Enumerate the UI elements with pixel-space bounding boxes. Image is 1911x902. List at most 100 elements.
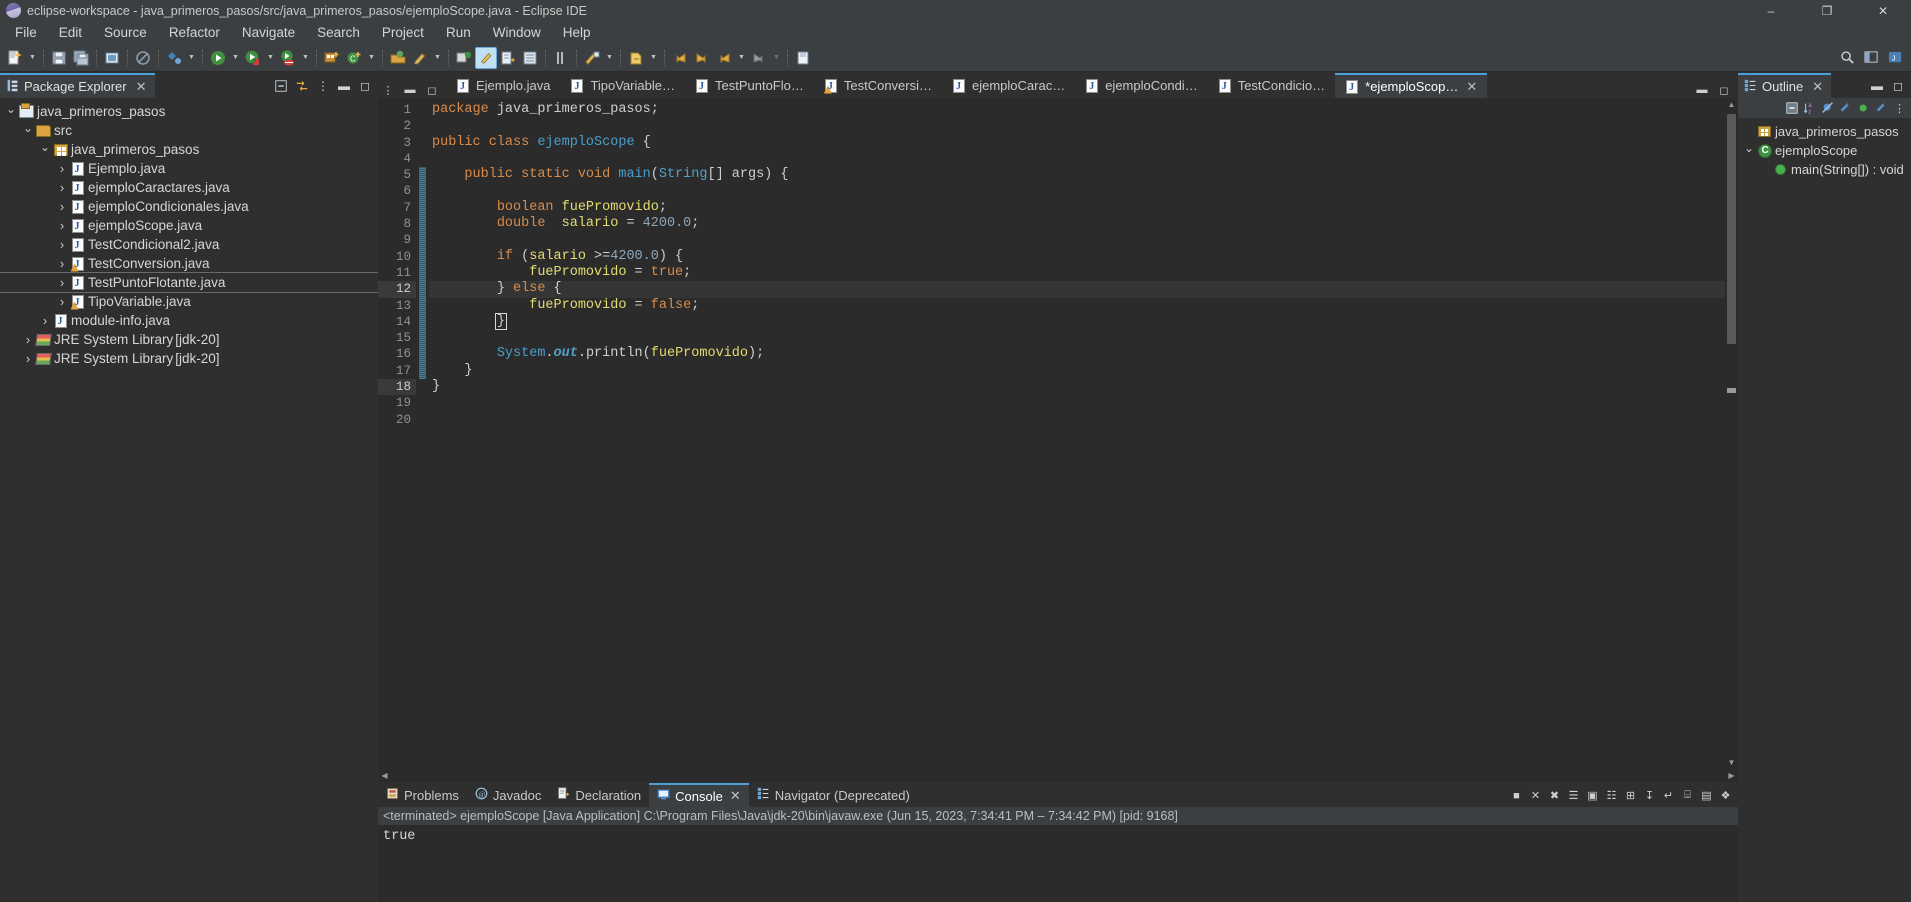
outline-tree[interactable]: java_primeros_pasos ejemploScope main(Stri… bbox=[1738, 118, 1911, 902]
chevron-right-icon[interactable] bbox=[55, 218, 69, 233]
console-tab-declaration[interactable]: Declaration bbox=[549, 783, 649, 807]
maximize-icon[interactable]: ❖ bbox=[1717, 787, 1734, 804]
chevron-down-icon[interactable] bbox=[21, 124, 35, 138]
skip-breakpoints-icon[interactable] bbox=[497, 47, 519, 69]
back-history-icon[interactable] bbox=[713, 47, 735, 69]
tree-item-module-info-java[interactable]: module-info.java bbox=[0, 311, 378, 330]
code-line[interactable] bbox=[429, 412, 1738, 428]
menu-source[interactable]: Source bbox=[93, 23, 158, 42]
new-wizard-icon[interactable] bbox=[4, 47, 26, 69]
menu-file[interactable]: File bbox=[4, 23, 48, 42]
code-line[interactable] bbox=[429, 151, 1738, 167]
chevron-right-icon[interactable] bbox=[55, 237, 69, 252]
clear-console-icon[interactable]: ⌸ bbox=[1679, 787, 1696, 804]
collapse-all-icon[interactable] bbox=[1783, 100, 1800, 117]
coverage-icon[interactable] bbox=[277, 47, 299, 69]
quick-access-search-icon[interactable] bbox=[1837, 48, 1857, 68]
open-console-icon[interactable]: ⊞ bbox=[1622, 787, 1639, 804]
editor-tab-ejemplocarac-[interactable]: ejemploCarac… bbox=[942, 73, 1076, 98]
editor-tab-ejemplo-java[interactable]: Ejemplo.java bbox=[446, 73, 561, 98]
no-edit-icon[interactable] bbox=[132, 47, 154, 69]
minimize-view-icon[interactable]: ▬ bbox=[1868, 77, 1886, 95]
collapse-all-icon[interactable] bbox=[272, 77, 290, 95]
scroll-down-arrow[interactable]: ▼ bbox=[1725, 756, 1738, 769]
menu-help[interactable]: Help bbox=[552, 23, 602, 42]
package-explorer-tree[interactable]: java_primeros_pasossrcjava_primeros_paso… bbox=[0, 98, 378, 902]
code-editor[interactable]: 1 2 3 4 5 6 7 8 9 10 11 12 13 14 15 16 17 18 19 20 package … bbox=[378, 98, 1738, 769]
pin-editor-icon[interactable] bbox=[792, 47, 814, 69]
chevron-right-icon[interactable] bbox=[55, 256, 69, 271]
tree-item-jre-system-library[interactable]: JRE System Library [jdk-20] bbox=[0, 330, 378, 349]
editor-vertical-scrollbar[interactable]: ▲ ▼ bbox=[1725, 98, 1738, 769]
chevron-right-icon[interactable] bbox=[55, 294, 69, 309]
coverage-dropdown-arrow[interactable]: ▼ bbox=[299, 47, 312, 69]
code-line[interactable]: } bbox=[429, 363, 1738, 379]
code-line[interactable]: fuePromovido = true; bbox=[429, 265, 1738, 281]
link-with-editor-icon[interactable] bbox=[293, 77, 311, 95]
tree-item-ejemplo-java[interactable]: Ejemplo.java bbox=[0, 159, 378, 178]
remove-launch-icon[interactable]: ✕ bbox=[1527, 787, 1544, 804]
scroll-left-arrow[interactable]: ◀ bbox=[378, 769, 391, 782]
tree-item-ejemploscope-java[interactable]: ejemploScope.java bbox=[0, 216, 378, 235]
editor-tab-testpuntoflo-[interactable]: TestPuntoFlo… bbox=[684, 73, 814, 98]
chevron-right-icon[interactable] bbox=[55, 161, 69, 176]
editor-restore-icon[interactable]: ▬ bbox=[1694, 82, 1710, 98]
chevron-down-icon[interactable] bbox=[4, 105, 18, 119]
horizontal-scroll-track[interactable] bbox=[391, 769, 1725, 782]
tree-item-jre-system-library[interactable]: JRE System Library [jdk-20] bbox=[0, 349, 378, 368]
new-package-icon[interactable] bbox=[321, 47, 343, 69]
close-icon[interactable]: ✕ bbox=[136, 79, 147, 95]
code-line[interactable]: } bbox=[429, 312, 1738, 330]
menu-search[interactable]: Search bbox=[306, 23, 371, 42]
code-line[interactable]: double salario = 4200.0; bbox=[429, 216, 1738, 232]
tab-outline[interactable]: Outline ✕ bbox=[1738, 73, 1832, 98]
outline-item-main-string-void[interactable]: main(String[]) : void bbox=[1738, 160, 1911, 179]
code-line[interactable] bbox=[429, 330, 1738, 346]
console-tab-problems[interactable]: Problems bbox=[378, 783, 467, 807]
scroll-thumb[interactable] bbox=[1727, 114, 1736, 344]
view-menu-icon[interactable]: ⋮ bbox=[1891, 100, 1908, 117]
new-java-project-dropdown-arrow[interactable]: ▼ bbox=[185, 47, 198, 69]
forward-icon[interactable] bbox=[691, 47, 713, 69]
chevron-right-icon[interactable] bbox=[55, 199, 69, 214]
tree-item-java-primeros-pasos[interactable]: java_primeros_pasos bbox=[0, 102, 378, 121]
next-edit-icon[interactable] bbox=[625, 47, 647, 69]
editor-tab-testcondicio-[interactable]: TestCondicio… bbox=[1207, 73, 1336, 98]
minimize-icon[interactable]: ▤ bbox=[1698, 787, 1715, 804]
display-selected-console-icon[interactable]: ☷ bbox=[1603, 787, 1620, 804]
next-edit-dropdown-arrow[interactable]: ▼ bbox=[647, 47, 660, 69]
view-menu-icon[interactable]: ⋮ bbox=[314, 77, 332, 95]
code-line[interactable]: System.out.println(fuePromovido); bbox=[429, 346, 1738, 362]
tree-item-testcondicional2-java[interactable]: TestCondicional2.java bbox=[0, 235, 378, 254]
console-output[interactable]: true bbox=[378, 826, 1738, 902]
show-console-icon[interactable]: ☰ bbox=[1565, 787, 1582, 804]
tree-item-tipovariable-java[interactable]: TipoVariable.java bbox=[0, 292, 378, 311]
code-line[interactable]: if (salario >=4200.0) { bbox=[429, 249, 1738, 265]
code-line[interactable] bbox=[429, 395, 1738, 411]
chevron-right-icon[interactable] bbox=[55, 180, 69, 195]
new-java-project-icon[interactable] bbox=[163, 47, 185, 69]
editor-view-menu-icon[interactable]: ⋮ bbox=[380, 82, 396, 98]
scroll-up-arrow[interactable]: ▲ bbox=[1725, 98, 1738, 111]
editor-tab-tipovariable-[interactable]: TipoVariable… bbox=[560, 73, 685, 98]
editor-horizontal-scrollbar[interactable]: ◀ ▶ bbox=[378, 769, 1738, 782]
menu-window[interactable]: Window bbox=[482, 23, 552, 42]
debug-icon[interactable] bbox=[242, 47, 264, 69]
previous-annotation-icon[interactable] bbox=[550, 47, 572, 69]
editor-tab-ejemplocondi-[interactable]: ejemploCondi… bbox=[1075, 73, 1208, 98]
chevron-down-icon[interactable] bbox=[1742, 144, 1756, 158]
new-wizard-dropdown-arrow[interactable]: ▼ bbox=[26, 47, 39, 69]
code-line[interactable] bbox=[429, 232, 1738, 248]
chevron-right-icon[interactable] bbox=[38, 313, 52, 328]
tree-item-ejemplocaractares-java[interactable]: ejemploCaractares.java bbox=[0, 178, 378, 197]
maximize-view-icon[interactable]: ◻ bbox=[356, 77, 374, 95]
outline-item-ejemploscope[interactable]: ejemploScope bbox=[1738, 141, 1911, 160]
code-content[interactable]: package java_primeros_pasos; public clas… bbox=[429, 98, 1738, 769]
print-icon[interactable] bbox=[101, 47, 123, 69]
editor-tab-testconversi-[interactable]: TestConversi… bbox=[813, 73, 942, 98]
last-edit-dropdown-arrow[interactable]: ▼ bbox=[603, 47, 616, 69]
editor-maximize-icon[interactable]: ◻ bbox=[424, 82, 440, 98]
back-icon[interactable] bbox=[669, 47, 691, 69]
save-icon[interactable] bbox=[48, 47, 70, 69]
maximize-view-icon[interactable]: ◻ bbox=[1889, 77, 1907, 95]
